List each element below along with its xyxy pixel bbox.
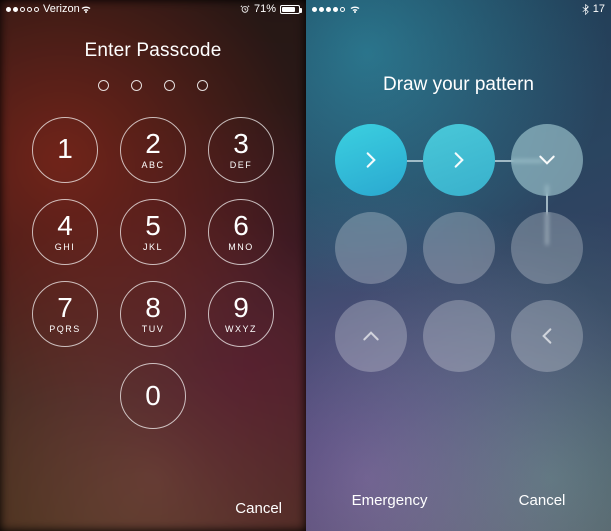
signal-strength-icon [312,7,345,12]
passcode-screen: Verizon 71% Enter Passcode 1 2ABC 3DEF 4… [0,0,306,531]
key-5[interactable]: 5JKL [120,199,186,265]
signal-strength-icon [6,7,39,12]
key-8[interactable]: 8TUV [120,281,186,347]
pattern-node-6[interactable] [511,212,583,284]
key-9[interactable]: 9WXYZ [208,281,274,347]
key-4[interactable]: 4GHI [32,199,98,265]
battery-icon [280,5,300,14]
cancel-button[interactable]: Cancel [519,492,566,509]
pattern-prompt: Draw your pattern [383,74,534,96]
pattern-grid[interactable] [335,124,583,372]
carrier-label: Verizon [43,3,80,15]
pattern-node-1[interactable] [335,124,407,196]
pattern-node-9[interactable] [511,300,583,372]
bluetooth-icon [582,4,589,15]
key-0[interactable]: 0 [120,363,186,429]
key-3[interactable]: 3DEF [208,117,274,183]
pattern-node-5[interactable] [423,212,495,284]
emergency-button[interactable]: Emergency [352,492,428,509]
key-1[interactable]: 1 [32,117,98,183]
pattern-node-7[interactable] [335,300,407,372]
keypad: 1 2ABC 3DEF 4GHI 5JKL 6MNO 7PQRS 8TUV 9W… [32,117,274,429]
alarm-icon [240,4,250,14]
pattern-node-2[interactable] [423,124,495,196]
passcode-dots [98,80,208,91]
pattern-node-4[interactable] [335,212,407,284]
status-bar: 17 [306,0,611,18]
key-2[interactable]: 2ABC [120,117,186,183]
key-6[interactable]: 6MNO [208,199,274,265]
status-right-text: 17 [593,3,605,15]
cancel-button[interactable]: Cancel [235,500,282,517]
pattern-node-8[interactable] [423,300,495,372]
passcode-prompt: Enter Passcode [85,40,222,62]
key-7[interactable]: 7PQRS [32,281,98,347]
wifi-icon [80,4,92,14]
pattern-screen: 17 Draw your pattern Emergency Can [306,0,611,531]
pattern-node-3[interactable] [511,124,583,196]
battery-percent: 71% [254,3,276,15]
wifi-icon [349,4,361,14]
status-bar: Verizon 71% [0,0,306,18]
